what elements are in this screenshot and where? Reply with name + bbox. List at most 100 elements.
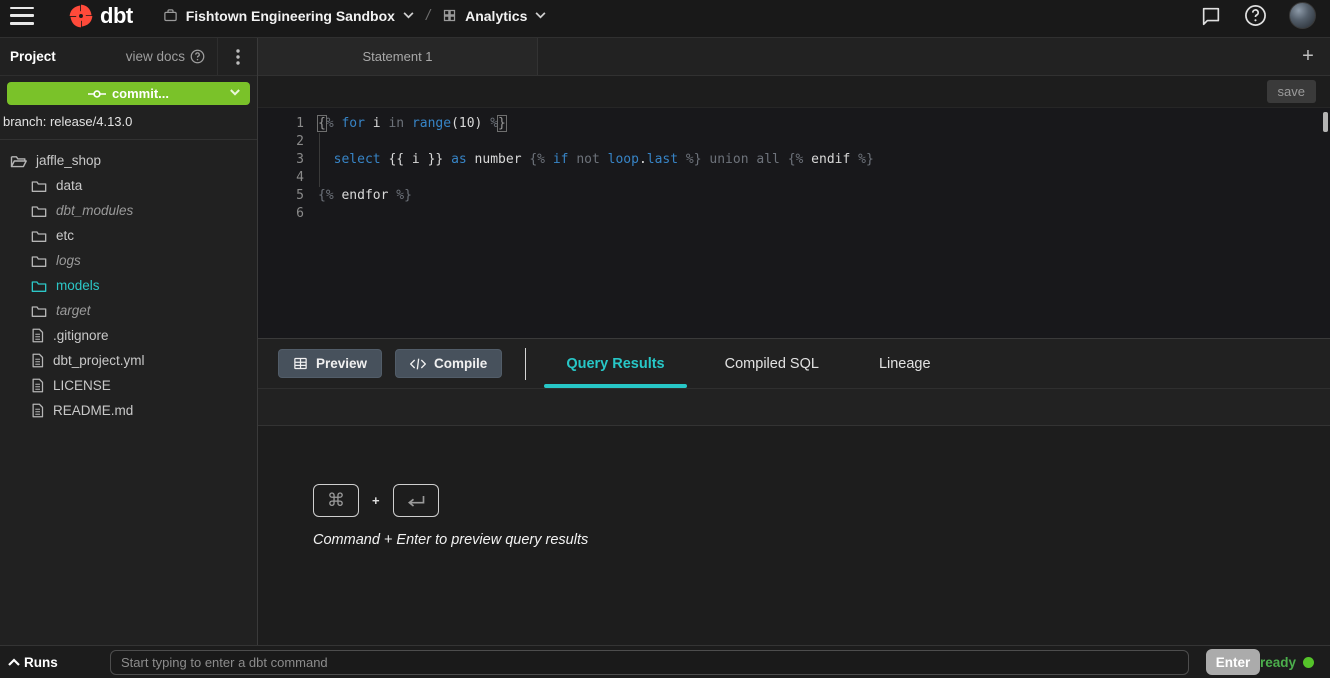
tree-item-label: .gitignore <box>53 328 109 343</box>
tree-item-jaffle_shop[interactable]: jaffle_shop <box>0 148 257 173</box>
editor-action-row: save <box>258 76 1330 108</box>
preview-label: Preview <box>316 356 367 371</box>
tree-item-.gitignore[interactable]: .gitignore <box>0 323 257 348</box>
file-icon <box>31 353 44 368</box>
file-icon <box>31 403 44 418</box>
line-number: 1 <box>258 115 304 133</box>
compile-button[interactable]: Compile <box>395 349 502 378</box>
sidebar-menu-button[interactable] <box>217 38 257 76</box>
code-line-5[interactable]: 5{% endfor %} <box>258 187 1330 205</box>
code-editor[interactable]: 1 {% for i in range(10) %} 23 select {{ i … <box>258 108 1330 338</box>
line-number: 4 <box>258 169 304 187</box>
results-tab-compiled-sql[interactable]: Compiled SQL <box>695 339 849 388</box>
chevron-up-icon <box>8 658 20 666</box>
enter-button[interactable]: Enter <box>1206 649 1260 675</box>
code-icon <box>410 357 426 371</box>
tree-item-label: dbt_modules <box>56 203 133 218</box>
kebab-icon <box>236 49 240 65</box>
file-icon <box>31 378 44 393</box>
code-line-2[interactable]: 2 <box>258 133 1330 151</box>
sidebar-header: Project view docs <box>0 38 257 76</box>
code-text: {% for i in range(10) %} <box>318 115 506 133</box>
tree-item-dbt_project.yml[interactable]: dbt_project.yml <box>0 348 257 373</box>
line-number: 2 <box>258 133 304 151</box>
tab-label: Statement 1 <box>362 49 432 64</box>
tree-item-logs[interactable]: logs <box>0 248 257 273</box>
tree-item-README.md[interactable]: README.md <box>0 398 257 423</box>
command-key-icon: ⌘ <box>327 490 345 511</box>
dbt-command-input[interactable] <box>110 650 1189 675</box>
hamburger-menu-icon[interactable] <box>10 7 34 25</box>
user-avatar[interactable] <box>1289 2 1316 29</box>
editor-scrollbar[interactable] <box>1323 112 1328 132</box>
results-tab-lineage[interactable]: Lineage <box>849 339 961 388</box>
chevron-down-icon <box>535 12 546 19</box>
account-selector[interactable]: Fishtown Engineering Sandbox <box>163 8 414 24</box>
grid-icon <box>442 8 457 23</box>
commit-button[interactable]: commit... <box>7 82 250 105</box>
tab-statement-1[interactable]: Statement 1 <box>258 38 538 75</box>
tree-item-label: dbt_project.yml <box>53 353 145 368</box>
connection-status: ready <box>1260 655 1314 670</box>
chat-icon[interactable] <box>1200 5 1222 27</box>
line-number: 3 <box>258 151 304 169</box>
dbt-logo-icon <box>68 3 94 29</box>
folder-icon <box>31 229 47 243</box>
line-number: 5 <box>258 187 304 205</box>
tree-item-target[interactable]: target <box>0 298 257 323</box>
help-icon[interactable] <box>1244 4 1267 27</box>
tree-item-label: jaffle_shop <box>36 153 101 168</box>
code-line-4[interactable]: 4 <box>258 169 1330 187</box>
folder-icon <box>31 304 47 318</box>
dbt-logo-text: dbt <box>100 3 133 29</box>
help-circle-icon <box>190 49 205 64</box>
tree-item-dbt_modules[interactable]: dbt_modules <box>0 198 257 223</box>
enter-key-icon <box>406 494 426 508</box>
project-selector[interactable]: Analytics <box>442 8 546 24</box>
branch-label: branch: release/4.13.0 <box>0 105 257 139</box>
command-key: ⌘ <box>313 484 359 517</box>
editor-tab-strip: Statement 1 + <box>258 38 1330 76</box>
top-bar: dbt Fishtown Engineering Sandbox / Analy… <box>0 0 1330 38</box>
breadcrumb-separator: / <box>426 7 430 24</box>
results-tabs: Query ResultsCompiled SQLLineage <box>536 339 960 388</box>
table-icon <box>293 356 308 371</box>
commit-label: commit... <box>112 86 169 101</box>
status-bar: Runs Enter ready <box>0 645 1330 678</box>
folder-icon <box>31 254 47 268</box>
toolbar-divider <box>525 348 526 380</box>
plus-separator: + <box>372 493 380 508</box>
tree-item-label: data <box>56 178 82 193</box>
code-text: select {{ i }} as number {% if not loop.… <box>318 151 874 169</box>
view-docs-link[interactable]: view docs <box>126 49 217 64</box>
code-line-6[interactable]: 6 <box>258 205 1330 223</box>
status-dot-icon <box>1303 657 1314 668</box>
tree-item-etc[interactable]: etc <box>0 223 257 248</box>
tree-item-label: target <box>56 303 91 318</box>
preview-button[interactable]: Preview <box>278 349 382 378</box>
results-tab-query-results[interactable]: Query Results <box>536 339 694 388</box>
runs-toggle[interactable]: Runs <box>8 655 110 670</box>
file-icon <box>31 328 44 343</box>
folder-icon <box>31 179 47 193</box>
tree-item-label: etc <box>56 228 74 243</box>
chevron-down-icon[interactable] <box>230 89 240 96</box>
line-number: 6 <box>258 205 304 223</box>
file-tree: jaffle_shopdata dbt_modulesetc logs models t… <box>0 140 257 423</box>
save-button[interactable]: save <box>1267 80 1316 103</box>
tree-item-models[interactable]: models <box>0 273 257 298</box>
enter-key <box>393 484 439 517</box>
file-explorer-sidebar: Project view docs commit... <box>0 38 258 645</box>
query-results-area: ⌘ + Command + Enter to preview query res… <box>258 426 1330 645</box>
new-tab-button[interactable]: + <box>1286 38 1330 75</box>
chevron-down-icon <box>403 12 414 19</box>
folder-icon <box>31 279 47 293</box>
code-line-3[interactable]: 3 select {{ i }} as number {% if not loo… <box>258 151 1330 169</box>
ready-label: ready <box>1260 655 1296 670</box>
tree-item-label: logs <box>56 253 81 268</box>
tree-item-LICENSE[interactable]: LICENSE <box>0 373 257 398</box>
code-line-1[interactable]: 1 {% for i in range(10) %} <box>258 115 1330 133</box>
compile-label: Compile <box>434 356 487 371</box>
tree-item-data[interactable]: data <box>0 173 257 198</box>
folder-icon <box>31 204 47 218</box>
